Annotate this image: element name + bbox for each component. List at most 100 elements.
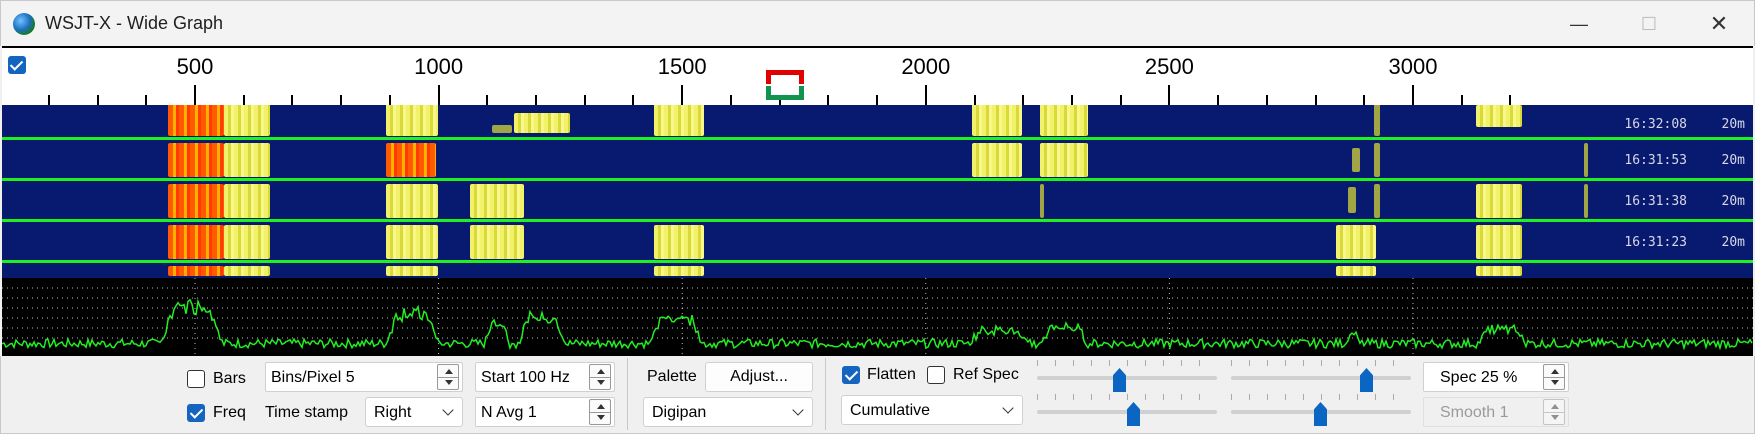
start-spin-arrows[interactable] — [589, 364, 611, 390]
ruler-minor-tick — [47, 95, 50, 105]
ruler-minor-tick — [1314, 95, 1317, 105]
n-avg-value: N Avg 1 — [481, 404, 537, 421]
waterfall-display[interactable]: 16:32:08 20m 16:31:53 20m 16:31:38 20m 1… — [2, 105, 1753, 278]
waterfall-row: 16:31:23 20m — [2, 222, 1753, 263]
spectrum-plot — [2, 278, 1753, 356]
spectrum-mode-combobox[interactable]: Cumulative — [841, 395, 1023, 425]
ruler-minor-tick — [973, 95, 976, 105]
bars-checkbox[interactable] — [187, 370, 205, 388]
ruler-major-tick — [681, 85, 684, 105]
slider-ticks — [1231, 360, 1411, 366]
freq-checkbox[interactable] — [187, 404, 205, 422]
wsjtx-globe-icon — [13, 13, 35, 35]
start-frequency-spinbox[interactable]: Start 100 Hz — [475, 362, 615, 392]
bins-per-pixel-spinbox[interactable]: Bins/Pixel 5 — [265, 362, 463, 392]
ruler-minor-tick — [1070, 95, 1073, 105]
ruler-minor-tick — [96, 95, 99, 105]
adjust-palette-button[interactable]: Adjust... — [705, 362, 813, 392]
ruler-label: 1500 — [657, 54, 707, 79]
freq-label: Freq — [213, 404, 246, 421]
controls-panel: Bars Freq Bins/Pixel 5 Time stamp Right … — [0, 356, 1755, 434]
waterfall-band: 20m — [1721, 153, 1745, 168]
frequency-ruler[interactable]: 500 1000 1500 2000 2500 3000 — [2, 46, 1753, 105]
ref-spec-checkbox[interactable] — [927, 366, 945, 384]
graph-enable-checkbox[interactable] — [8, 56, 26, 74]
n-avg-spinbox[interactable]: N Avg 1 — [475, 397, 615, 427]
flatten-label: Flatten — [867, 366, 916, 383]
waterfall-row: 16:31:38 20m — [2, 181, 1753, 222]
ruler-label: 1000 — [414, 54, 464, 79]
n-avg-spin-arrows[interactable] — [589, 399, 611, 425]
chevron-down-icon — [792, 404, 804, 416]
waterfall-band: 20m — [1721, 194, 1745, 209]
flatten-checkbox[interactable] — [842, 366, 860, 384]
ruler-minor-tick — [632, 95, 635, 105]
ruler-label: 2500 — [1144, 54, 1194, 79]
ruler-minor-tick — [388, 95, 391, 105]
ruler-minor-tick — [1509, 95, 1512, 105]
ruler-minor-tick — [729, 95, 732, 105]
waterfall-gain-thumb[interactable] — [1113, 368, 1126, 392]
palette-value: Digipan — [652, 404, 707, 421]
ruler-minor-tick — [1363, 95, 1366, 105]
minimize-button[interactable]: — — [1557, 9, 1601, 39]
ruler-minor-tick — [1460, 95, 1463, 105]
waterfall-zero-thumb[interactable] — [1360, 368, 1373, 392]
ruler-minor-tick — [1265, 95, 1268, 105]
ruler-minor-tick — [1217, 95, 1220, 105]
waterfall-timestamp: 16:31:23 — [1624, 235, 1687, 250]
ruler-major-tick — [194, 85, 196, 105]
bins-per-pixel-value: Bins/Pixel 5 — [271, 369, 355, 386]
smooth-spinbox[interactable]: Smooth 1 — [1423, 397, 1569, 427]
spec-percent-spinbox[interactable]: Spec 25 % — [1423, 362, 1569, 392]
ruler-minor-tick — [486, 95, 489, 105]
bins-per-pixel-spin-arrows[interactable] — [437, 364, 459, 390]
smooth-value: Smooth 1 — [1440, 404, 1509, 421]
waterfall-timestamp: 16:31:53 — [1624, 153, 1687, 168]
ruler-minor-tick — [1022, 95, 1025, 105]
window-title: WSJT-X - Wide Graph — [45, 13, 224, 33]
ruler-minor-tick — [291, 95, 294, 105]
slider-ticks — [1037, 394, 1217, 400]
smooth-spin-arrows[interactable] — [1543, 399, 1565, 425]
time-stamp-combobox[interactable]: Right — [365, 397, 463, 427]
title-bar: WSJT-X - Wide Graph — ☐ ✕ — [0, 0, 1755, 46]
time-stamp-label: Time stamp — [265, 404, 348, 421]
rx-frequency-marker[interactable] — [766, 86, 804, 100]
waterfall-timestamp: 16:32:08 — [1624, 117, 1687, 132]
waterfall-timestamp: 16:31:38 — [1624, 194, 1687, 209]
ruler-major-tick — [437, 85, 440, 105]
spectrum-zero-thumb[interactable] — [1314, 402, 1327, 426]
close-button[interactable]: ✕ — [1697, 9, 1741, 39]
spectrum-display[interactable] — [2, 278, 1753, 356]
ruler-minor-tick — [145, 95, 148, 105]
ruler-minor-tick — [876, 95, 879, 105]
slider-ticks — [1231, 394, 1411, 400]
waterfall-gain-slider[interactable] — [1037, 376, 1217, 380]
waterfall-row — [2, 263, 1753, 278]
bars-label: Bars — [213, 370, 246, 387]
ruler-label: 3000 — [1388, 54, 1438, 79]
ruler-minor-tick — [827, 95, 830, 105]
spectrum-trace — [2, 298, 1753, 351]
palette-label: Palette — [647, 368, 697, 385]
ruler-minor-tick — [340, 95, 343, 105]
waterfall-band: 20m — [1721, 117, 1745, 132]
spec-percent-value: Spec 25 % — [1440, 369, 1518, 386]
waterfall-band: 20m — [1721, 235, 1745, 250]
maximize-button[interactable]: ☐ — [1627, 9, 1671, 39]
ruler-minor-tick — [1119, 95, 1122, 105]
waterfall-zero-slider[interactable] — [1231, 376, 1411, 380]
chevron-down-icon — [1002, 402, 1014, 414]
divider — [825, 358, 826, 430]
ruler-minor-tick — [583, 95, 586, 105]
chevron-down-icon — [442, 404, 454, 416]
tx-frequency-marker[interactable] — [766, 70, 804, 84]
spectrum-mode-value: Cumulative — [850, 402, 931, 419]
spec-percent-spin-arrows[interactable] — [1543, 364, 1565, 390]
ruler-major-tick — [1168, 85, 1171, 105]
spectrum-gain-thumb[interactable] — [1127, 402, 1140, 426]
palette-combobox[interactable]: Digipan — [643, 397, 813, 427]
divider — [627, 358, 628, 430]
slider-ticks — [1037, 360, 1217, 366]
